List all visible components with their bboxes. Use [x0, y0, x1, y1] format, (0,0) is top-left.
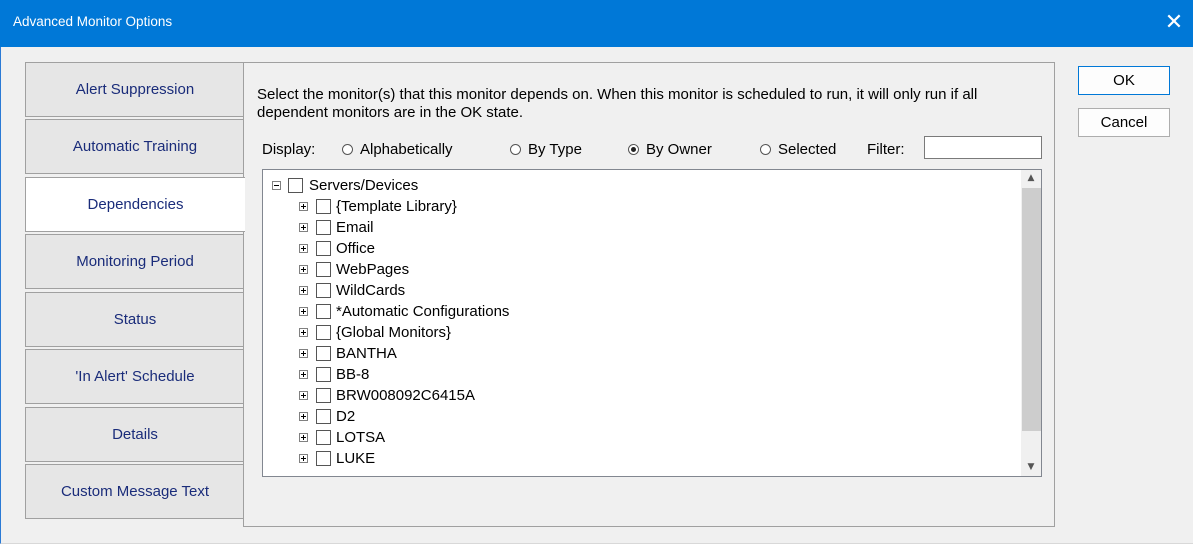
tree-item-label: {Template Library}: [336, 198, 457, 215]
expand-icon[interactable]: [299, 433, 308, 442]
expand-icon[interactable]: [299, 223, 308, 232]
window-title: Advanced Monitor Options: [13, 14, 173, 29]
radio-by-owner[interactable]: By Owner: [628, 141, 712, 158]
tree-checkbox[interactable]: [316, 262, 331, 277]
tree-checkbox[interactable]: [316, 304, 331, 319]
tab-custom-message-text[interactable]: Custom Message Text: [25, 464, 244, 519]
radio-by-type[interactable]: By Type: [510, 141, 582, 158]
tree-checkbox[interactable]: [316, 199, 331, 214]
expand-icon[interactable]: [299, 265, 308, 274]
tab-details[interactable]: Details: [25, 407, 244, 462]
tab-automatic-training[interactable]: Automatic Training: [25, 119, 244, 174]
tree-item-label: *Automatic Configurations: [336, 303, 510, 320]
close-icon[interactable]: ✕: [1159, 8, 1189, 38]
expand-icon[interactable]: [299, 244, 308, 253]
chevron-up-icon[interactable]: ▲: [1021, 170, 1041, 187]
tree-checkbox[interactable]: [288, 178, 303, 193]
filter-input[interactable]: [924, 136, 1042, 159]
tree-item-label: WildCards: [336, 282, 406, 299]
tree-checkbox[interactable]: [316, 388, 331, 403]
expand-icon[interactable]: [299, 454, 308, 463]
tree-checkbox[interactable]: [316, 220, 331, 235]
radio-alphabetically[interactable]: Alphabetically: [342, 141, 453, 158]
tree-checkbox[interactable]: [316, 430, 331, 445]
tree-item-label: Email: [336, 219, 374, 236]
radio-circle: [342, 144, 353, 155]
radio-label: By Owner: [646, 141, 712, 158]
expand-icon[interactable]: [299, 328, 308, 337]
monitor-tree: Servers/Devices {Template Library} Email…: [262, 169, 1042, 477]
tree-item-label: Office: [336, 240, 375, 257]
dependencies-panel: Select the monitor(s) that this monitor …: [243, 62, 1055, 527]
title-bar: Advanced Monitor Options ✕: [0, 0, 1193, 47]
tree-item-label: BRW008092C6415A: [336, 387, 475, 404]
expand-icon[interactable]: [299, 349, 308, 358]
collapse-icon[interactable]: [272, 181, 281, 190]
ok-button[interactable]: OK: [1078, 66, 1170, 95]
tree-checkbox[interactable]: [316, 283, 331, 298]
tree-item-label: D2: [336, 408, 356, 425]
radio-circle: [510, 144, 521, 155]
tree-checkbox[interactable]: [316, 451, 331, 466]
tree-checkbox[interactable]: [316, 367, 331, 382]
tree-item-label: LOTSA: [336, 429, 386, 446]
radio-label: By Type: [528, 141, 582, 158]
tree-checkbox[interactable]: [316, 409, 331, 424]
tree-checkbox[interactable]: [316, 346, 331, 361]
expand-icon[interactable]: [299, 286, 308, 295]
tree-item-label: BANTHA: [336, 345, 397, 362]
expand-icon[interactable]: [299, 370, 308, 379]
vertical-scrollbar[interactable]: ▲ ▼: [1021, 170, 1041, 476]
tree-checkbox[interactable]: [316, 325, 331, 340]
tree-item-label: LUKE: [336, 450, 376, 467]
radio-label: Alphabetically: [360, 141, 453, 158]
tree-checkbox[interactable]: [316, 241, 331, 256]
scrollbar-thumb[interactable]: [1022, 188, 1041, 431]
expand-icon[interactable]: [299, 307, 308, 316]
expand-icon[interactable]: [299, 202, 308, 211]
expand-icon[interactable]: [299, 391, 308, 400]
tab-status[interactable]: Status: [25, 292, 244, 347]
radio-label: Selected: [778, 141, 837, 158]
radio-circle-selected: [628, 144, 639, 155]
tree-item-label: WebPages: [336, 261, 410, 278]
tab-in-alert-schedule[interactable]: 'In Alert' Schedule: [25, 349, 244, 404]
tab-alert-suppression[interactable]: Alert Suppression: [25, 62, 244, 117]
filter-label: Filter:: [867, 141, 905, 158]
tree-item-label: Servers/Devices: [309, 177, 419, 194]
dependencies-description: Select the monitor(s) that this monitor …: [257, 86, 978, 121]
tree-item-label: BB-8: [336, 366, 370, 383]
cancel-button[interactable]: Cancel: [1078, 108, 1170, 137]
radio-circle: [760, 144, 771, 155]
expand-icon[interactable]: [299, 412, 308, 421]
display-label: Display:: [262, 141, 316, 158]
chevron-down-icon[interactable]: ▼: [1021, 459, 1041, 476]
tab-dependencies[interactable]: Dependencies: [25, 177, 245, 232]
tree-item-label: {Global Monitors}: [336, 324, 452, 341]
radio-selected[interactable]: Selected: [760, 141, 836, 158]
tab-monitoring-period[interactable]: Monitoring Period: [25, 234, 244, 289]
